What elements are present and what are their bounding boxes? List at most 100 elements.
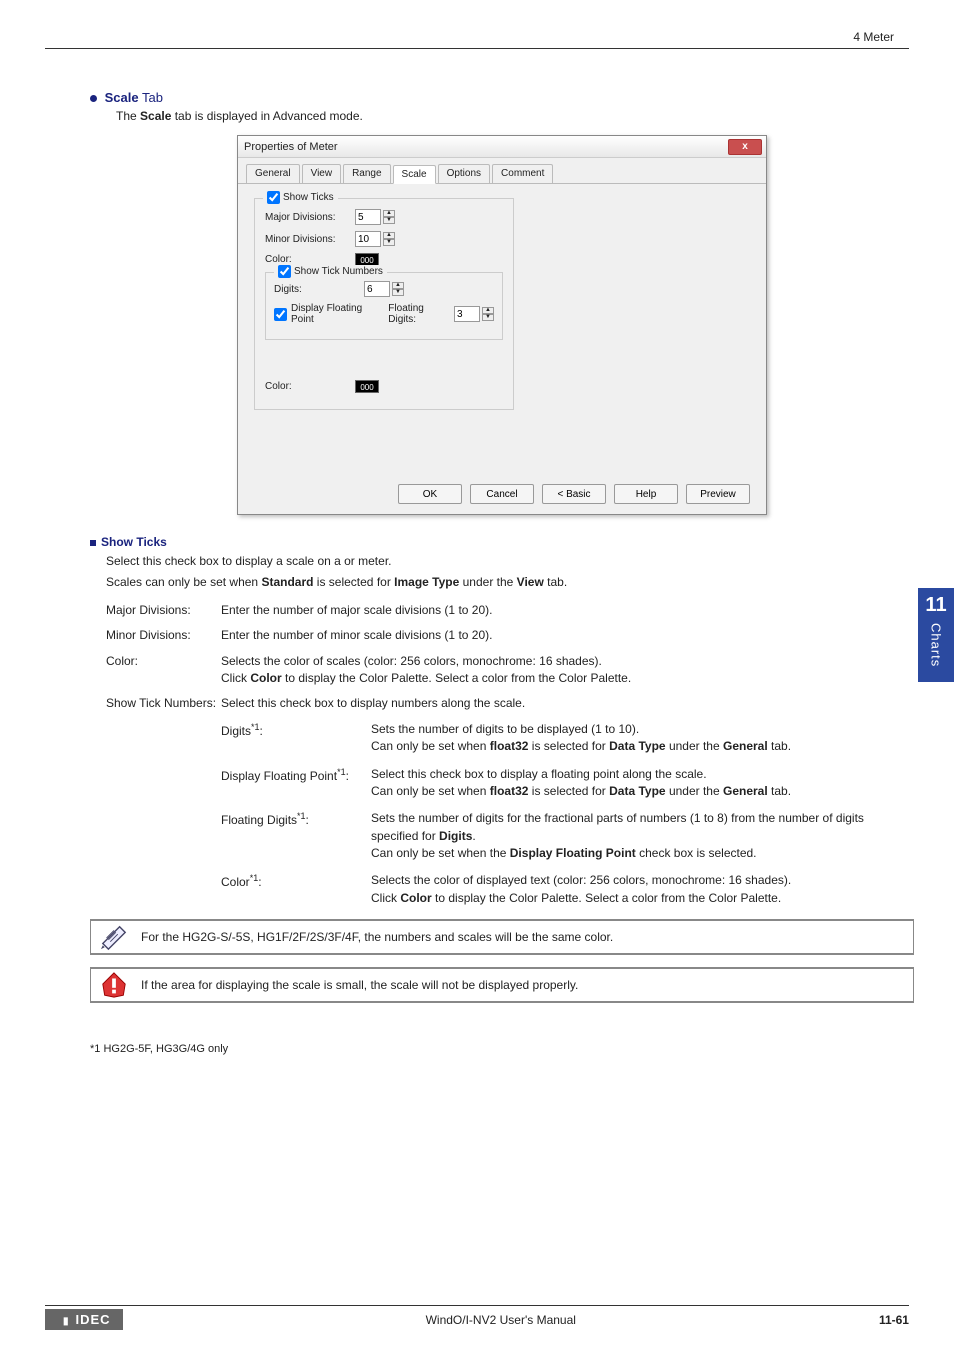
subdef-fd-desc: Sets the number of digits for the fracti… [371,810,914,862]
sd-fd-d1b: Digits [439,829,472,843]
sd-dfp-a: Display Floating Point [221,769,337,783]
show-ticks-heading-text: Show Ticks [101,535,167,549]
warning-icon [99,971,129,999]
major-divisions-label: Major Divisions: [265,212,355,223]
show-ticks-p1: Select this check box to display a scale… [106,553,914,570]
section-description: The Scale tab is displayed in Advanced m… [116,109,914,123]
rule-top [45,48,909,49]
footer-page: 11-61 [879,1313,909,1327]
dialog-tabs: General View Range Scale Options Comment [238,158,766,184]
cancel-button[interactable]: Cancel [470,484,534,504]
tab-view[interactable]: View [302,164,342,183]
show-tick-numbers-checkbox[interactable] [278,265,291,278]
section-heading-rest: Tab [139,90,163,105]
sub-definitions: Digits*1: Sets the number of digits to b… [221,721,914,908]
side-tab: 11 Charts [918,588,954,682]
st-p2c: is selected for [313,575,394,589]
show-ticks-text: Show Ticks [283,192,334,203]
minor-divisions-label: Minor Divisions: [265,234,355,245]
sd-dig-c: : [260,724,263,738]
page-footer: IDEC WindO/I-NV2 User's Manual 11-61 [45,1309,909,1330]
def-stn: Show Tick Numbers: Select this check box… [106,695,914,712]
minor-divisions-row: Minor Divisions: ▲▼ [265,231,503,247]
sd-dfp-d1: Select this check box to display a float… [371,767,707,781]
sd-fd-c: : [306,813,309,827]
sd-dfp-d6: under the [666,784,723,798]
subdef-color-desc: Selects the color of displayed text (col… [371,872,914,907]
sd-dig-a: Digits [221,724,251,738]
subdef-digits-term: Digits*1: [221,721,371,756]
sd-dig-d4: is selected for [528,739,609,753]
tab-comment[interactable]: Comment [492,164,553,183]
major-divisions-input[interactable] [355,209,381,225]
def-major-term: Major Divisions: [106,602,221,619]
digits-row: Digits: ▲▼ [274,281,494,297]
subdef-digits-desc: Sets the number of digits to be displaye… [371,721,914,756]
side-tab-text: Charts [929,623,944,667]
tab-general[interactable]: General [246,164,300,183]
def-color-b3: to display the Color Palette. Select a c… [282,671,632,685]
tab-options[interactable]: Options [438,164,490,183]
sd-dfp-d4: is selected for [528,784,609,798]
def-color-b1: Click [221,671,250,685]
def-color-term: Color: [106,653,221,688]
subdef-dfp-desc: Select this check box to display a float… [371,766,914,801]
section-heading: Scale Tab [90,90,914,105]
sd-dig-d1: Sets the number of digits to be displaye… [371,722,639,736]
digits-label: Digits: [274,284,364,295]
sd-col-d3: Color [400,891,431,905]
def-color: Color: Selects the color of scales (colo… [106,653,914,688]
note-1-text: For the HG2G-S/-5S, HG1F/2F/2S/3F/4F, th… [141,930,613,944]
floating-digits-spinner[interactable]: ▲▼ [482,307,494,321]
minor-divisions-input[interactable] [355,231,381,247]
ok-button[interactable]: OK [398,484,462,504]
show-tick-numbers-label: Show Tick Numbers [274,265,387,278]
major-divisions-spinner[interactable]: ▲▼ [383,210,395,224]
subdef-color: Color*1: Selects the color of displayed … [221,872,914,907]
footer-center: WindO/I-NV2 User's Manual [426,1313,576,1327]
sd-fd-d4: check box is selected. [636,846,757,860]
show-ticks-checkbox[interactable] [267,191,280,204]
sd-fd-d3: Display Floating Point [510,846,636,860]
color2-row: Color: 000 [265,380,503,393]
idec-logo: IDEC [45,1309,123,1330]
show-tick-numbers-group: Show Tick Numbers Digits: ▲▼ Display Flo… [265,272,503,340]
tab-scale[interactable]: Scale [393,165,436,184]
def-color-b2: Color [250,671,281,685]
tab-range[interactable]: Range [343,164,390,183]
show-ticks-group: Show Ticks Major Divisions: ▲▼ Minor Div… [254,198,514,410]
show-tick-numbers-text: Show Tick Numbers [294,266,383,277]
note-box-1: For the HG2G-S/-5S, HG1F/2F/2S/3F/4F, th… [90,919,914,955]
st-p2a: Scales can only be set when [106,575,261,589]
subdef-digits: Digits*1: Sets the number of digits to b… [221,721,914,756]
display-floating-checkbox[interactable] [274,308,287,321]
sd-fd-b: *1 [297,811,306,821]
display-floating-row: Display Floating Point Floating Digits: … [274,303,494,325]
preview-button[interactable]: Preview [686,484,750,504]
sd-col-d4: to display the Color Palette. Select a c… [432,891,782,905]
sec-desc-a: The [116,109,140,123]
dialog-titlebar: Properties of Meter x [238,136,766,158]
basic-button[interactable]: < Basic [542,484,606,504]
note-icon [99,923,129,951]
st-p2f: View [517,575,544,589]
side-tab-number: 11 [918,594,954,617]
note-2-text: If the area for displaying the scale is … [141,978,578,992]
close-button[interactable]: x [728,139,762,155]
def-minor-term: Minor Divisions: [106,627,221,644]
minor-divisions-spinner[interactable]: ▲▼ [383,232,395,246]
show-ticks-group-label: Show Ticks [263,191,338,204]
sd-dig-d8: tab. [768,739,791,753]
floating-digits-input[interactable] [454,306,480,322]
footnote: *1 HG2G-5F, HG3G/4G only [90,1043,914,1055]
sd-dfp-d7: General [723,784,768,798]
def-stn-term: Show Tick Numbers: [106,695,221,712]
sd-dig-d2: Can only be set when [371,739,490,753]
color2-swatch[interactable]: 000 [355,380,379,393]
digits-spinner[interactable]: ▲▼ [392,282,404,296]
subdef-dfp: Display Floating Point*1: Select this ch… [221,766,914,801]
help-button[interactable]: Help [614,484,678,504]
digits-input[interactable] [364,281,390,297]
color2-label: Color: [265,381,355,392]
sec-desc-c: tab is displayed in Advanced mode. [171,109,362,123]
